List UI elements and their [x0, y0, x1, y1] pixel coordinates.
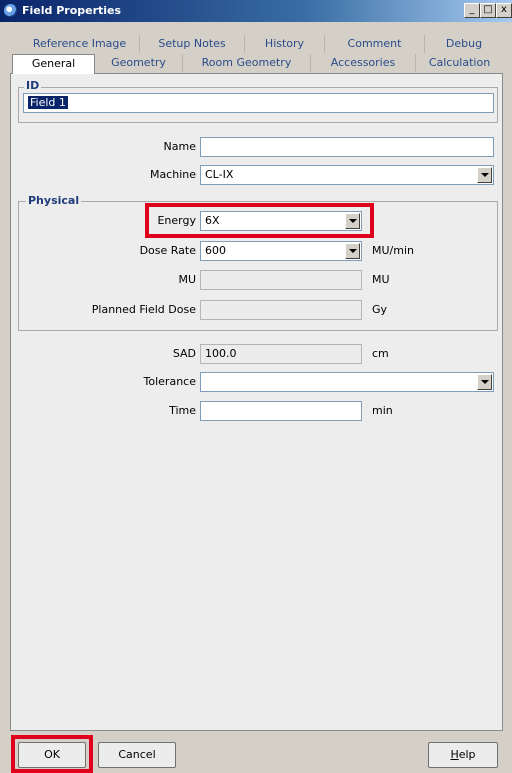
dose-rate-dropdown-icon[interactable] [345, 243, 360, 259]
sad-field: 100.0 [200, 344, 362, 364]
maximize-button[interactable]: □ [480, 3, 496, 18]
sad-unit: cm [372, 347, 389, 360]
mu-label: MU [178, 273, 196, 286]
id-value: Field 1 [28, 96, 68, 109]
dose-rate-value: 600 [205, 244, 226, 257]
minimize-button[interactable]: _ [464, 3, 480, 18]
planned-field-dose-field [200, 300, 362, 320]
dose-rate-select[interactable]: 600 [200, 241, 362, 261]
mu-unit: MU [372, 273, 390, 286]
tab-history[interactable]: History [245, 35, 325, 53]
tab-room-geometry[interactable]: Room Geometry [183, 54, 311, 72]
ok-highlight-box [11, 735, 93, 773]
window-title: Field Properties [22, 4, 122, 17]
tolerance-select[interactable] [200, 372, 494, 392]
mu-field [200, 270, 362, 290]
id-group-title: ID [24, 79, 42, 92]
help-label: elp [458, 748, 476, 761]
planned-field-dose-label: Planned Field Dose [91, 303, 196, 316]
help-mnemonic: H [450, 748, 459, 761]
tab-debug[interactable]: Debug [425, 35, 503, 53]
tab-geometry[interactable]: Geometry [95, 54, 183, 72]
help-button[interactable]: Help [428, 742, 498, 768]
close-button[interactable]: x [496, 3, 512, 18]
id-input[interactable]: Field 1 [23, 93, 494, 113]
tolerance-dropdown-icon[interactable] [477, 374, 492, 390]
tab-calculation[interactable]: Calculation [416, 54, 503, 72]
machine-select[interactable]: CL-IX [200, 165, 494, 185]
time-label: Time [169, 404, 196, 417]
physical-group-title: Physical [26, 194, 82, 207]
cancel-button[interactable]: Cancel [98, 742, 176, 768]
machine-value: CL-IX [205, 168, 234, 181]
dose-rate-label: Dose Rate [139, 244, 196, 257]
tab-comment[interactable]: Comment [325, 35, 425, 53]
name-input[interactable] [200, 137, 494, 157]
name-label: Name [163, 140, 196, 153]
sad-label: SAD [172, 347, 196, 360]
tab-accessories[interactable]: Accessories [311, 54, 416, 72]
energy-highlight-box [145, 203, 374, 238]
time-unit: min [372, 404, 393, 417]
tab-general[interactable]: General [12, 54, 95, 74]
dose-rate-unit: MU/min [372, 244, 414, 257]
planned-field-dose-unit: Gy [372, 303, 388, 316]
tab-setup-notes[interactable]: Setup Notes [140, 35, 245, 53]
tab-reference-image[interactable]: Reference Image [20, 35, 140, 53]
machine-label: Machine [149, 168, 196, 181]
app-icon [4, 4, 17, 17]
tolerance-label: Tolerance [143, 375, 196, 388]
machine-dropdown-icon[interactable] [477, 167, 492, 183]
time-input[interactable] [200, 401, 362, 421]
